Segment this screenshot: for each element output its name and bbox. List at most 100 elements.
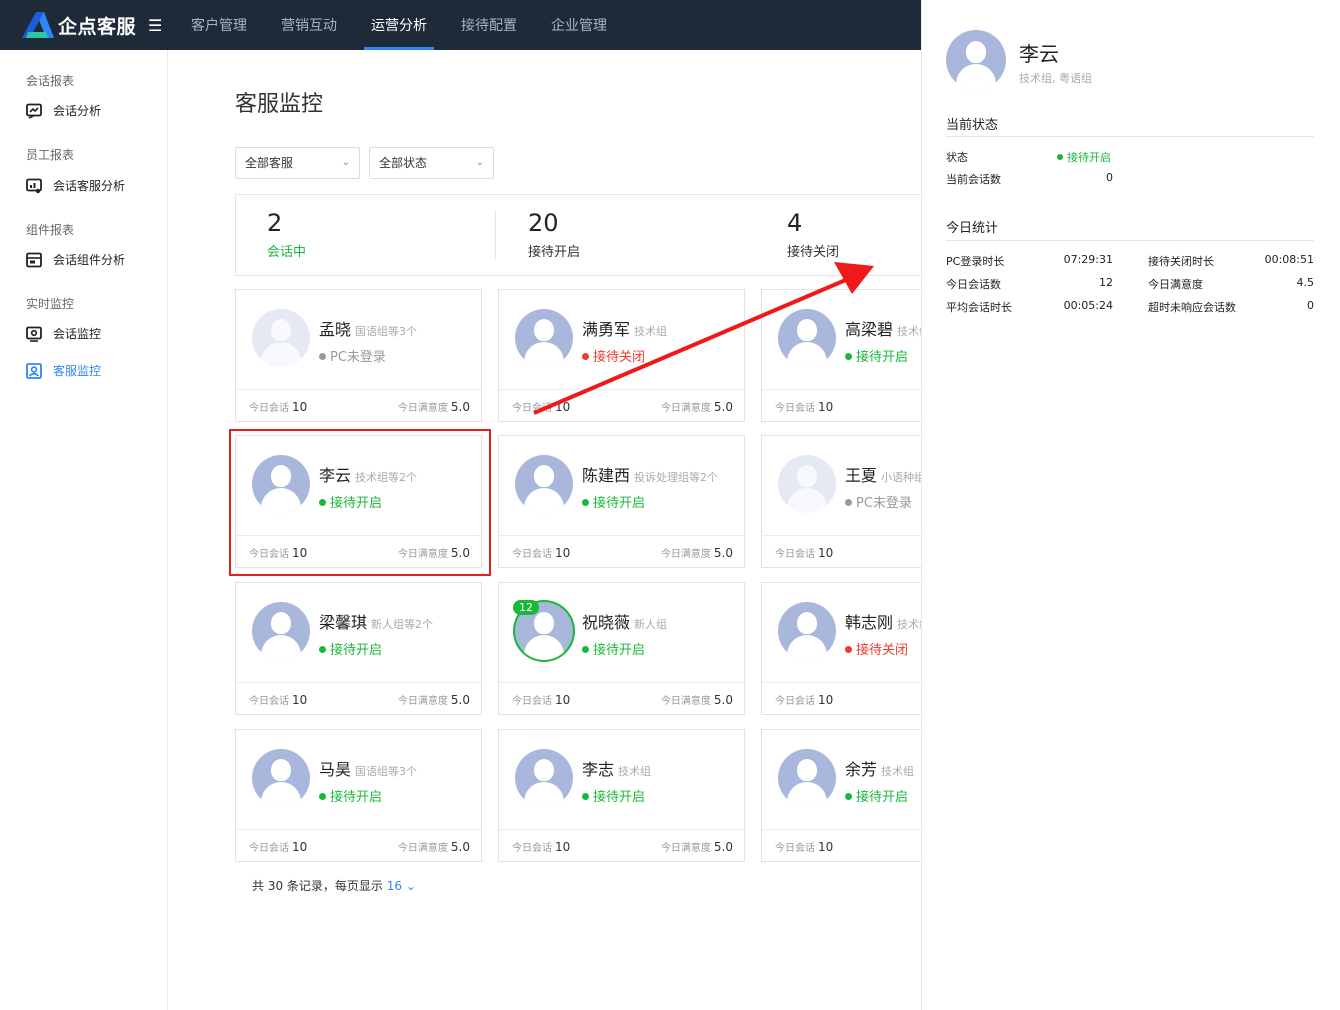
- agent-card[interactable]: 韩志刚技术组接待关闭今日会话10: [761, 582, 921, 715]
- agent-card[interactable]: 王夏 小语种组 PC未登录 今日会话 10: [761, 435, 921, 568]
- today-satisfaction: 今日满意度 5.0: [661, 692, 733, 707]
- agent-name: 高梁碧技术组: [845, 316, 921, 340]
- today-sessions-label: 今日会话: [512, 549, 552, 560]
- agent-name-text: 祝晓薇: [582, 613, 631, 632]
- avatar: [778, 309, 836, 367]
- sidebar-item-agent-analysis[interactable]: 会话客服分析: [26, 177, 125, 194]
- card-footer: 今日会话 10 今日满意度 5.0: [236, 389, 481, 421]
- agent-group: 技术组: [618, 765, 652, 778]
- sidebar-group-title: 会话报表: [26, 74, 75, 88]
- today-sessions-value: 10: [555, 400, 571, 414]
- agent-status: 接待开启: [582, 639, 645, 658]
- nav-marketing[interactable]: 营销互动: [264, 0, 354, 50]
- today-sessions-value: 10: [555, 840, 571, 854]
- nav-customer[interactable]: 客户管理: [174, 0, 264, 50]
- avatar: [946, 30, 1006, 90]
- today-sessions: 今日会话 10: [249, 839, 307, 854]
- sidebar-item-session-analysis[interactable]: 会话分析: [26, 102, 101, 119]
- hamburger-icon[interactable]: ☰: [148, 16, 162, 35]
- today-sessions-label: 今日会话: [249, 843, 289, 854]
- agent-card[interactable]: 梁馨琪 新人组等2个 接待开启 今日会话 10 今日满意度 5.0: [235, 582, 482, 715]
- status-filter-select[interactable]: 全部状态 ⌄: [369, 147, 494, 179]
- widget-icon: [26, 252, 42, 268]
- today-satisfaction-value: 5.0: [713, 693, 733, 707]
- nav-reception[interactable]: 接待配置: [444, 0, 534, 50]
- page-title: 客服监控: [235, 92, 324, 117]
- today-sessions-value: 10: [555, 693, 571, 707]
- sidebar-group-title: 员工报表: [26, 148, 75, 162]
- avatar: [515, 455, 573, 513]
- status-text: 接待开启: [856, 790, 909, 805]
- sidebar-item-label: 会话组件分析: [53, 253, 126, 267]
- agent-card[interactable]: 高梁碧技术组接待开启今日会话10: [761, 289, 921, 422]
- card-footer: 今日会话 10: [762, 682, 921, 714]
- page-size-select[interactable]: 16 ⌄: [387, 879, 416, 893]
- agent-detail-panel: 李云 技术组, 粤语组 当前状态 状态 接待开启 当前会话数 0 今日统计 PC…: [921, 0, 1340, 1010]
- detail-value: 0: [1106, 171, 1113, 184]
- detail-value: 00:08:51: [1264, 253, 1314, 266]
- status-dot: [319, 353, 326, 360]
- status-dot: [845, 499, 852, 506]
- status-text: 接待开启: [1067, 151, 1111, 164]
- sidebar-item-agent-monitor[interactable]: 客服监控: [26, 362, 101, 379]
- sidebar-item-session-monitor[interactable]: 会话监控: [26, 325, 101, 342]
- today-sessions-value: 10: [818, 400, 834, 414]
- status-text: 接待开启: [330, 790, 383, 805]
- agent-group: 技术组: [897, 618, 921, 631]
- avatar: [515, 749, 573, 807]
- agent-card[interactable]: 李志 技术组 接待开启 今日会话 10 今日满意度 5.0: [498, 729, 745, 862]
- detail-label: 超时未响应会话数: [1148, 301, 1236, 314]
- agent-card[interactable]: 满勇军 技术组 接待关闭 今日会话 10 今日满意度 5.0: [498, 289, 745, 422]
- agent-card[interactable]: 马昊 国语组等3个 接待开启 今日会话 10 今日满意度 5.0: [235, 729, 482, 862]
- main-nav: 客户管理 营销互动 运营分析 接待配置 企业管理: [174, 0, 624, 50]
- agent-name: 余芳 技术组: [845, 756, 914, 780]
- sidebar: 会话报表 会话分析 员工报表 会话客服分析 组件报表 会话组件分析 实时监控 会…: [0, 50, 168, 1010]
- brand-logo[interactable]: 企点客服 ☰: [22, 12, 168, 39]
- summary-value: 2: [267, 209, 283, 237]
- agent-filter-select[interactable]: 全部客服 ⌄: [235, 147, 360, 179]
- avatar: [252, 749, 310, 807]
- today-sessions: 今日会话 10: [775, 399, 833, 414]
- agent-status: 接待关闭: [582, 346, 645, 365]
- divider: [946, 136, 1314, 137]
- today-sessions: 今日会话 10: [775, 692, 833, 707]
- avatar: [778, 749, 836, 807]
- agent-status: 接待开启: [582, 492, 645, 511]
- agent-name: 韩志刚技术组: [845, 609, 921, 633]
- today-satisfaction-value: 5.0: [450, 400, 470, 414]
- today-satisfaction-value: 5.0: [450, 840, 470, 854]
- agent-group: 技术组: [881, 765, 915, 778]
- status-text: 接待开启: [330, 643, 383, 658]
- agent-card[interactable]: 陈建西 投诉处理组等2个 接待开启 今日会话 10 今日满意度 5.0: [498, 435, 745, 568]
- detail-label: 状态: [946, 151, 968, 164]
- agent-status: 接待开启: [319, 786, 382, 805]
- agent-card[interactable]: 余芳 技术组 接待开启 今日会话 10: [761, 729, 921, 862]
- session-count-badge: 12: [513, 600, 539, 615]
- detail-label: 今日满意度: [1148, 278, 1203, 291]
- agent-group: 小语种组: [881, 471, 921, 484]
- pagination-total: 共 30 条记录，每页显示: [252, 879, 383, 893]
- today-sessions-value: 10: [292, 840, 308, 854]
- summary-label: 会话中: [267, 245, 307, 260]
- today-sessions: 今日会话 10: [512, 399, 570, 414]
- status-dot: [582, 793, 589, 800]
- status-filter-value: 全部状态: [379, 156, 428, 170]
- avatar: [778, 455, 836, 513]
- today-satisfaction: 今日满意度 5.0: [661, 399, 733, 414]
- agent-status: 接待开启: [582, 786, 645, 805]
- agent-group: 技术组: [634, 325, 668, 338]
- agent-name-text: 高梁碧: [845, 320, 894, 339]
- nav-analytics[interactable]: 运营分析: [354, 0, 444, 50]
- status-dot: [319, 646, 326, 653]
- agent-filter-value: 全部客服: [245, 156, 294, 170]
- today-satisfaction-value: 5.0: [450, 693, 470, 707]
- page-size-value: 16: [386, 879, 403, 893]
- agent-card[interactable]: 孟晓 国语组等3个 PC未登录 今日会话 10 今日满意度 5.0: [235, 289, 482, 422]
- card-footer: 今日会话 10 今日满意度 5.0: [236, 829, 481, 861]
- detail-value: 4.5: [1296, 276, 1315, 289]
- agent-card[interactable]: 12 祝晓薇 新人组 接待开启 今日会话 10 今日满意度 5.0: [498, 582, 745, 715]
- status-dot: [1057, 154, 1063, 160]
- agent-chart-icon: [26, 178, 42, 194]
- nav-enterprise[interactable]: 企业管理: [534, 0, 624, 50]
- sidebar-item-widget-analysis[interactable]: 会话组件分析: [26, 251, 125, 268]
